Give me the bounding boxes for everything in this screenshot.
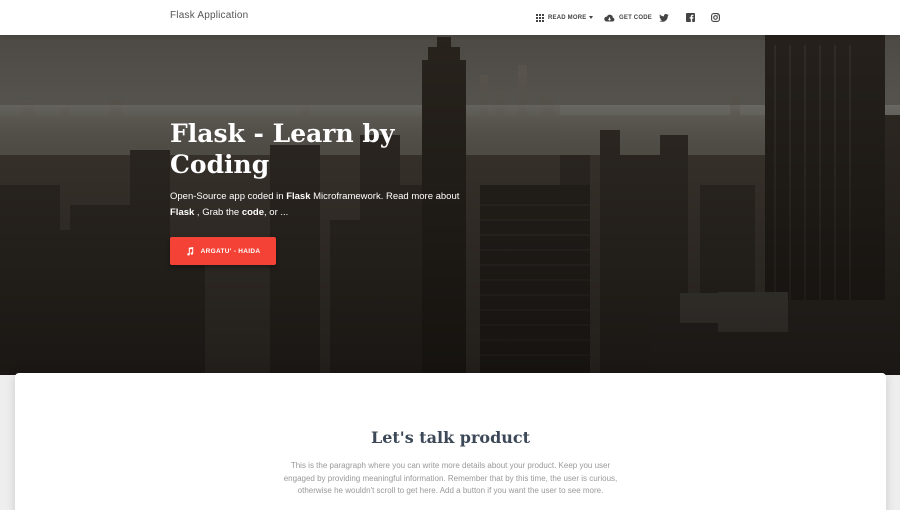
flask-docs-link[interactable]: Flask <box>170 207 194 218</box>
code-link[interactable]: code <box>242 207 264 218</box>
facebook-link[interactable] <box>686 0 695 35</box>
twitter-link[interactable] <box>659 0 669 35</box>
get-code-link[interactable]: GET CODE <box>604 0 652 35</box>
instagram-link[interactable] <box>711 0 720 35</box>
facebook-icon <box>686 13 695 22</box>
instagram-icon <box>711 13 720 22</box>
flask-link[interactable]: Flask <box>286 191 310 202</box>
read-more-label: READ MORE <box>548 14 587 21</box>
music-note-icon <box>186 246 193 255</box>
hero-title: Flask - Learn by Coding <box>170 119 395 179</box>
caret-down-icon <box>589 16 594 19</box>
hero-desc-text: , or ... <box>264 207 289 218</box>
twitter-icon <box>659 13 669 22</box>
navbar: Flask Application READ MORE GET CODE <box>0 0 900 35</box>
cloud-download-icon <box>604 14 615 21</box>
music-button-label: ARGATU' - HAIDA <box>200 247 261 255</box>
apps-icon <box>536 13 544 22</box>
hero-description: Open-Source app coded in Flask Microfram… <box>170 189 460 221</box>
get-code-label: GET CODE <box>619 14 652 21</box>
hero-desc-text: Microframework. Read more about <box>310 191 460 202</box>
section-paragraph: This is the paragraph where you can writ… <box>283 461 618 495</box>
hero-desc-text: , Grab the <box>194 207 242 218</box>
hero-section: Flask - Learn by Coding Open-Source app … <box>0 35 900 375</box>
brand-link[interactable]: Flask Application <box>170 10 248 21</box>
music-play-button[interactable]: ARGATU' - HAIDA <box>170 237 276 265</box>
section-title: Let's talk product <box>370 428 531 447</box>
read-more-dropdown[interactable]: READ MORE <box>536 0 594 35</box>
product-section-card: Let's talk product This is the paragraph… <box>15 373 886 510</box>
hero-desc-text: Open-Source app coded in <box>170 191 287 202</box>
